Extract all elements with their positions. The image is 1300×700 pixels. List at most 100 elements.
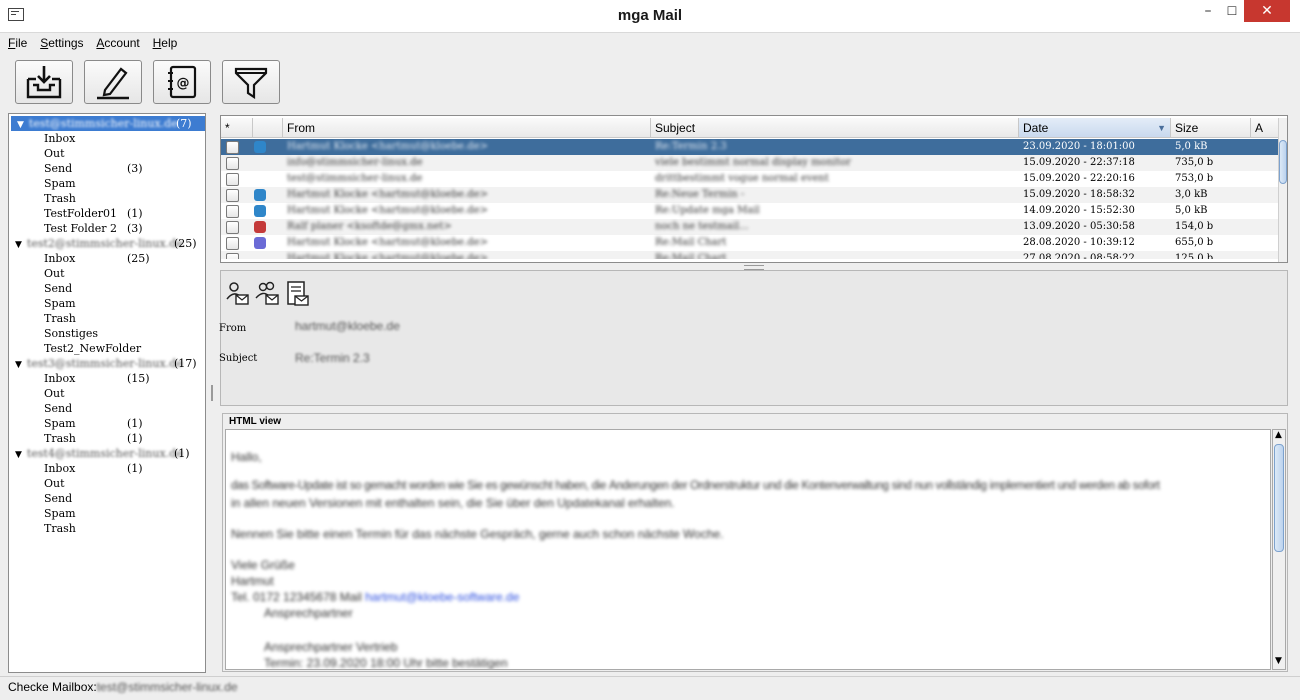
mail-date: 14.09.2020 - 15:52:30: [1023, 205, 1135, 216]
folder-count: (1): [127, 432, 143, 445]
mail-row[interactable]: Hartmut Klocke <hartmut@kloebe.de> Re:Ter…: [221, 139, 1279, 155]
scroll-up-icon[interactable]: ▲: [1275, 430, 1282, 440]
reply-icon[interactable]: [225, 281, 251, 310]
mail-subject: viele bestimmt normal display monitor: [655, 157, 852, 168]
close-button[interactable]: ✕: [1244, 0, 1290, 22]
message-body[interactable]: Hallo, das Software-Update ist so gemach…: [225, 429, 1271, 670]
column-header-subject[interactable]: Subject: [651, 118, 1019, 138]
html-view-legend: HTML view: [229, 416, 282, 427]
filter-button[interactable]: [222, 60, 280, 104]
row-checkbox[interactable]: [226, 205, 239, 218]
tree-folder[interactable]: TestFolder01 (1): [9, 206, 205, 221]
row-checkbox[interactable]: [226, 189, 239, 202]
tree-folder[interactable]: Spam: [9, 176, 205, 191]
tree-folder[interactable]: Send: [9, 281, 205, 296]
receive-mail-button[interactable]: [15, 60, 73, 104]
tree-folder[interactable]: Spam: [9, 296, 205, 311]
mail-row[interactable]: Ralf planer <ksoftde@gmx.net> noch ne tes…: [221, 219, 1279, 235]
row-checkbox[interactable]: [226, 253, 239, 259]
tree-folder[interactable]: Spam (1): [9, 416, 205, 431]
column-header-date-label: Date: [1023, 121, 1049, 135]
tree-folder[interactable]: Inbox (1): [9, 461, 205, 476]
folder-name: Send: [44, 282, 73, 295]
tree-folder[interactable]: Trash: [9, 191, 205, 206]
tree-folder[interactable]: Inbox: [9, 131, 205, 146]
tree-folder[interactable]: Trash: [9, 521, 205, 536]
tree-folder[interactable]: Send: [9, 491, 205, 506]
html-view-panel: HTML view Hallo, das Software-Update ist…: [222, 413, 1288, 672]
status-icon: [254, 189, 266, 201]
mail-row[interactable]: Hartmut Klocke <hartmut@kloebe.de> Re:Neu…: [221, 187, 1279, 203]
maximize-button[interactable]: ☐: [1218, 0, 1246, 22]
mail-row[interactable]: Hartmut Klocke <hartmut@kloebe.de> Re:Mai…: [221, 251, 1279, 259]
status-label: Checke Mailbox:: [8, 680, 97, 694]
tree-account-2[interactable]: ▼ test2@stimmsicher-linux.de (25): [9, 236, 205, 251]
column-header-date[interactable]: Date ▼: [1019, 118, 1171, 138]
compose-button[interactable]: [84, 60, 142, 104]
tree-account-3[interactable]: ▼ test3@stimmsicher-linux.de (17): [9, 356, 205, 371]
column-header-status[interactable]: [253, 118, 283, 138]
row-checkbox[interactable]: [226, 157, 239, 170]
tree-folder[interactable]: Trash: [9, 311, 205, 326]
tree-folder[interactable]: Inbox (15): [9, 371, 205, 386]
mail-row[interactable]: test@stimmsicher-linux.de drittbestimmt v…: [221, 171, 1279, 187]
row-checkbox[interactable]: [226, 173, 239, 186]
menu-help[interactable]: Help: [153, 33, 178, 53]
expand-triangle-icon[interactable]: ▼: [17, 120, 24, 130]
mail-table-scroll-thumb[interactable]: [1279, 140, 1287, 184]
tree-folder[interactable]: Out: [9, 386, 205, 401]
menu-settings[interactable]: Settings: [40, 33, 83, 53]
column-header-attachment[interactable]: A: [1251, 118, 1279, 138]
mail-row[interactable]: info@stimmsicher-linux.de viele bestimmt …: [221, 155, 1279, 171]
tree-folder[interactable]: Test Folder 2 (3): [9, 221, 205, 236]
html-view-scroll-thumb[interactable]: [1274, 444, 1284, 552]
filter-icon: [234, 67, 268, 100]
scroll-down-icon[interactable]: ▼: [1275, 656, 1282, 666]
mail-row[interactable]: Hartmut Klocke <hartmut@kloebe.de> Re:Mai…: [221, 235, 1279, 251]
tree-folder[interactable]: Inbox (25): [9, 251, 205, 266]
folder-name: Trash: [44, 432, 76, 445]
tree-account-1[interactable]: ▼ test@stimmsicher-linux.de (7): [11, 116, 205, 131]
column-header-flag[interactable]: *: [221, 118, 253, 138]
column-header-size[interactable]: Size: [1171, 118, 1251, 138]
forward-icon[interactable]: [285, 280, 311, 311]
tree-folder[interactable]: Out: [9, 266, 205, 281]
mail-date: 23.09.2020 - 18:01:00: [1023, 141, 1135, 152]
folder-count: (25): [127, 252, 150, 265]
menu-account[interactable]: Account: [96, 33, 139, 53]
mail-row[interactable]: Hartmut Klocke <hartmut@kloebe.de> Re:Upd…: [221, 203, 1279, 219]
tree-folder[interactable]: Send (3): [9, 161, 205, 176]
reply-all-icon[interactable]: [255, 281, 281, 310]
menu-file[interactable]: File: [8, 33, 27, 53]
html-view-scrollbar[interactable]: ▲ ▼: [1272, 429, 1286, 670]
row-checkbox[interactable]: [226, 221, 239, 234]
mail-size: 154,0 b: [1175, 221, 1214, 232]
expand-triangle-icon[interactable]: ▼: [15, 450, 22, 460]
tree-folder[interactable]: Spam: [9, 506, 205, 521]
address-book-button[interactable]: @: [153, 60, 211, 104]
mail-table-scrollbar[interactable]: [1278, 118, 1287, 262]
status-icon: [254, 205, 266, 217]
folder-name: Spam: [44, 507, 76, 520]
column-header-from[interactable]: From: [283, 118, 651, 138]
tree-folder[interactable]: Send: [9, 401, 205, 416]
mail-from: Hartmut Klocke <hartmut@kloebe.de>: [287, 141, 488, 152]
tree-folder[interactable]: Test2_NewFolder: [9, 341, 205, 356]
tree-folder[interactable]: Sonstiges: [9, 326, 205, 341]
email-link[interactable]: hartmut@kloebe-software.de: [365, 590, 519, 604]
body-line: das Software-Update ist so gemacht worde…: [231, 480, 1160, 492]
tree-account-4[interactable]: ▼ test4@stimmsicher-linux.de (1): [9, 446, 205, 461]
folder-count: (3): [127, 222, 143, 235]
account-name: test3@stimmsicher-linux.de: [26, 357, 183, 370]
tree-folder[interactable]: Out: [9, 146, 205, 161]
account-name: test2@stimmsicher-linux.de: [26, 237, 183, 250]
split-divider[interactable]: [209, 113, 215, 673]
body-line: in allen neuen Versionen mit enthalten s…: [231, 496, 675, 510]
expand-triangle-icon[interactable]: ▼: [15, 360, 22, 370]
tree-folder[interactable]: Out: [9, 476, 205, 491]
expand-triangle-icon[interactable]: ▼: [15, 240, 22, 250]
row-checkbox[interactable]: [226, 237, 239, 250]
mail-date: 15.09.2020 - 22:37:18: [1023, 157, 1135, 168]
tree-folder[interactable]: Trash (1): [9, 431, 205, 446]
row-checkbox[interactable]: [226, 141, 239, 154]
